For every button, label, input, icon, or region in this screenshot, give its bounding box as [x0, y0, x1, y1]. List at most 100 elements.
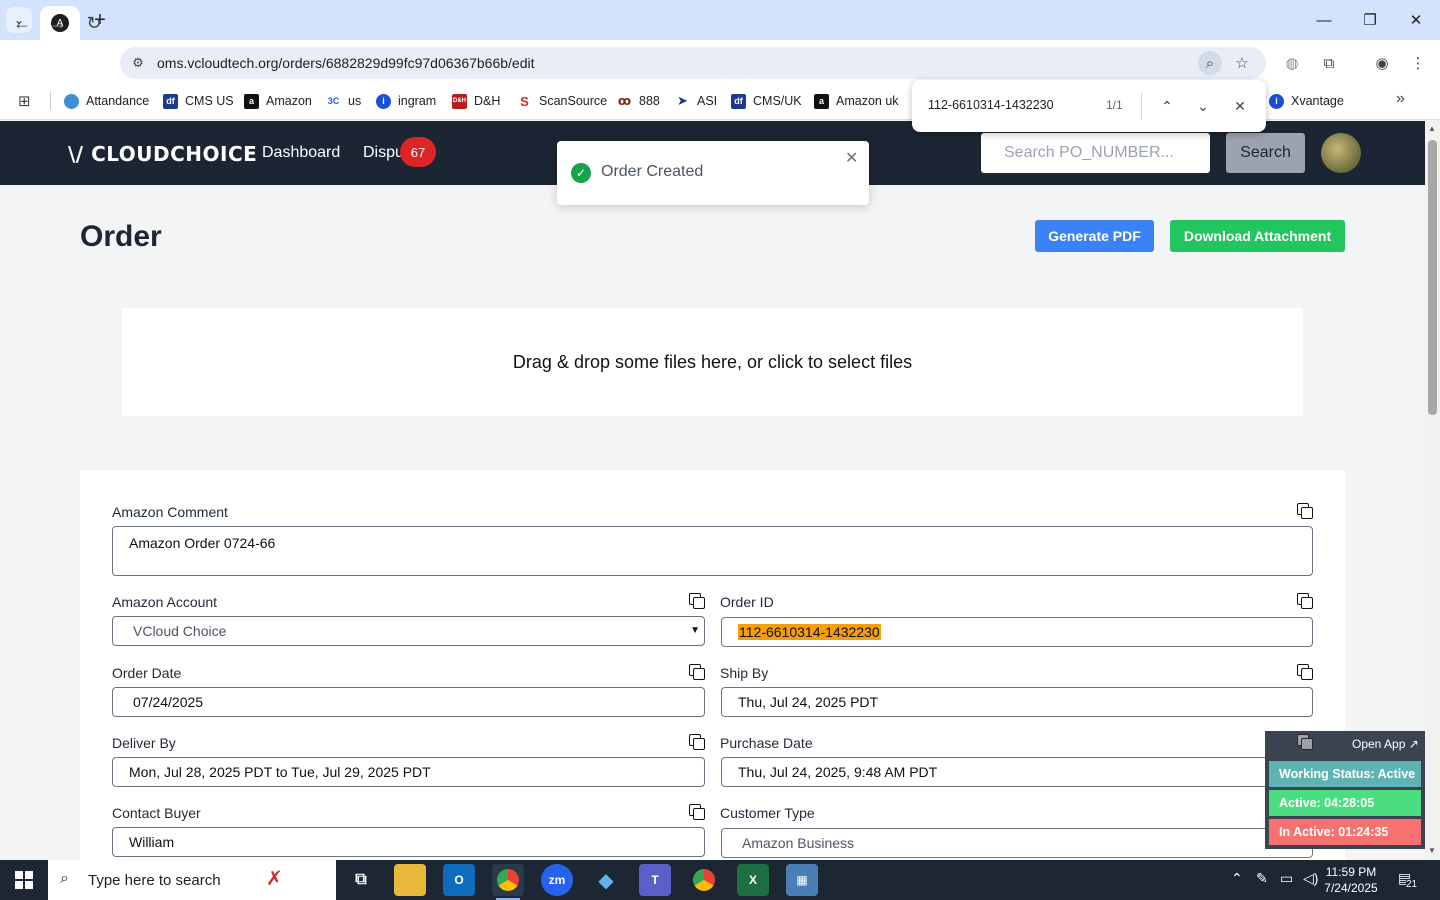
toast-close-icon[interactable]: ✕ [845, 148, 858, 168]
excel-icon[interactable]: X [737, 864, 769, 896]
copy-amazon-account-icon[interactable] [689, 593, 705, 609]
more-bookmarks-icon[interactable]: » [1396, 90, 1405, 108]
find-input[interactable]: 112-6610314-1432230 [928, 98, 1054, 112]
customer-type-select[interactable]: Amazon Business [721, 828, 1313, 858]
bookmark-xvantage[interactable]: i Xvantage [1269, 92, 1344, 110]
generate-pdf-button[interactable]: Generate PDF [1035, 220, 1154, 252]
scrollbar-thumb[interactable] [1428, 140, 1437, 415]
browser-tab-bar [0, 0, 1440, 40]
taskbar-clock[interactable]: 11:59 PM 7/24/2025 [1318, 864, 1384, 896]
cloudchoice-logo[interactable]: \/ CLOUDCHOICE [68, 142, 257, 166]
zoom-icon[interactable]: zm [541, 864, 573, 896]
download-attachment-button[interactable]: Download Attachment [1170, 220, 1345, 252]
file-explorer-icon[interactable] [394, 864, 426, 896]
po-number-search-input[interactable]: Search PO_NUMBER... [981, 133, 1210, 173]
clock-date: 7/24/2025 [1324, 881, 1378, 895]
file-dropzone[interactable]: Drag & drop some files here, or click to… [122, 308, 1303, 416]
extensions-icon[interactable]: ⧉ [1317, 51, 1341, 75]
purchase-date-input[interactable]: Thu, Jul 24, 2025, 9:48 AM PDT [721, 757, 1313, 787]
maximize-button[interactable]: ❐ [1347, 6, 1393, 34]
network-icon[interactable]: ▭ [1280, 870, 1293, 887]
volume-icon[interactable]: ◁) [1303, 870, 1318, 887]
amazon-account-select[interactable]: VCloud Choice ▼ [112, 616, 705, 646]
customer-type-label: Customer Type [720, 805, 815, 821]
bookmark-cms-us[interactable]: df CMS US [163, 92, 234, 110]
amazon-account-selected: VCloud Choice [133, 623, 227, 639]
tray-chevron-up-icon[interactable]: ⌃ [1231, 870, 1243, 887]
copy-purchase-date-icon[interactable] [1297, 734, 1313, 750]
find-in-page-icon[interactable]: ⌕ [1198, 51, 1222, 75]
find-next-chevron-down-icon[interactable]: ⌄ [1191, 94, 1215, 118]
translate-icon[interactable]: ◍ [1280, 51, 1304, 75]
bookmark-cms-uk[interactable]: df CMS/UK [731, 92, 802, 110]
search-icon: ⌕ [60, 870, 69, 887]
copy-ship-by-icon[interactable] [1297, 664, 1313, 680]
back-button[interactable]: ← [7, 8, 37, 38]
find-close-icon[interactable]: ✕ [1228, 94, 1252, 118]
url-text[interactable]: oms.vcloudtech.org/orders/6882829d99fc97… [157, 55, 535, 71]
calculator-icon[interactable]: ▦ [786, 864, 818, 896]
apps-grid-icon[interactable]: ⊞ [18, 92, 31, 110]
site-info-icon[interactable]: ⚙ [128, 53, 148, 73]
us-icon: 3C [326, 93, 341, 109]
contact-buyer-label: Contact Buyer [112, 805, 201, 821]
task-view-icon[interactable]: ⧉ [345, 864, 377, 896]
chrome-profile-icon[interactable] [688, 864, 720, 896]
bookmark-dh[interactable]: D&H D&H [452, 92, 500, 110]
contact-buyer-input[interactable]: William [112, 827, 705, 857]
active-time-row: Active: 04:28:05 [1269, 790, 1421, 816]
order-id-value: 112-6610314-1432230 [738, 624, 881, 640]
find-previous-chevron-up-icon[interactable]: ⌃ [1155, 94, 1179, 118]
bookmark-us[interactable]: 3C us [326, 92, 361, 110]
bookmark-asi[interactable]: ➤ ASI [675, 92, 717, 110]
amazon-comment-textarea[interactable]: Amazon Order 0724-66 [112, 526, 1313, 576]
outlook-icon[interactable]: O [443, 864, 475, 896]
deliver-by-input[interactable]: Mon, Jul 28, 2025 PDT to Tue, Jul 29, 20… [112, 757, 705, 787]
bookmarks-divider [50, 92, 51, 110]
deliver-by-label: Deliver By [112, 735, 176, 751]
bookmark-amazon-uk[interactable]: a Amazon uk [814, 92, 899, 110]
chrome-icon[interactable] [492, 864, 524, 900]
teams-icon[interactable]: T [639, 864, 671, 896]
taskbar-search-placeholder: Type here to search [88, 871, 221, 889]
user-avatar[interactable] [1321, 133, 1361, 173]
purchase-date-label: Purchase Date [720, 735, 813, 751]
order-date-input[interactable]: 07/24/2025 [112, 687, 705, 717]
copy-contact-buyer-icon[interactable] [689, 804, 705, 820]
nav-dashboard-link[interactable]: Dashboard [262, 144, 340, 162]
profile-icon[interactable]: ◉ [1370, 51, 1394, 75]
app-diamond-icon[interactable]: ◆ [590, 864, 622, 896]
taskbar-search-box[interactable]: ⌕ Type here to search ✗ [48, 860, 336, 900]
scroll-up-arrow-icon[interactable]: ▲ [1428, 124, 1436, 133]
open-app-link[interactable]: Open App ↗ [1352, 737, 1419, 751]
tray-app-icon[interactable]: ✎ [1256, 870, 1268, 887]
bookmark-scansource[interactable]: S ScanSource [517, 92, 607, 110]
attandance-icon [64, 93, 79, 109]
scroll-down-arrow-icon[interactable]: ▼ [1428, 846, 1436, 855]
success-check-icon: ✓ [571, 163, 591, 183]
forward-button[interactable]: → [43, 8, 73, 38]
nav-disputes-link[interactable]: Dispu [363, 144, 404, 162]
ship-by-input[interactable]: Thu, Jul 24, 2025 PDT [721, 687, 1313, 717]
search-button[interactable]: Search [1226, 133, 1305, 173]
copy-order-date-icon[interactable] [689, 664, 705, 680]
ship-by-label: Ship By [720, 665, 769, 681]
dh-icon: D&H [452, 93, 467, 109]
menu-kebab-icon[interactable]: ⋮ [1406, 51, 1430, 75]
reload-button[interactable]: ↻ [79, 8, 109, 38]
cms-icon: df [163, 93, 178, 109]
ingram-icon: i [376, 93, 391, 109]
bookmark-attandance[interactable]: Attandance [64, 92, 149, 110]
copy-deliver-by-icon[interactable] [689, 734, 705, 750]
start-button[interactable] [0, 860, 48, 900]
bookmark-amazon[interactable]: a Amazon [244, 92, 312, 110]
copy-order-id-icon[interactable] [1297, 593, 1313, 609]
copy-amazon-comment-icon[interactable] [1297, 503, 1313, 519]
bookmark-star-icon[interactable]: ☆ [1230, 51, 1254, 75]
order-id-input[interactable]: 112-6610314-1432230 [721, 617, 1313, 647]
minimize-button[interactable]: — [1301, 6, 1347, 34]
bookmark-888[interactable]: ꝏ 888 [617, 92, 660, 110]
bookmark-ingram[interactable]: i ingram [376, 92, 436, 110]
scansource-icon: S [517, 93, 532, 109]
close-window-button[interactable]: ✕ [1393, 6, 1439, 34]
